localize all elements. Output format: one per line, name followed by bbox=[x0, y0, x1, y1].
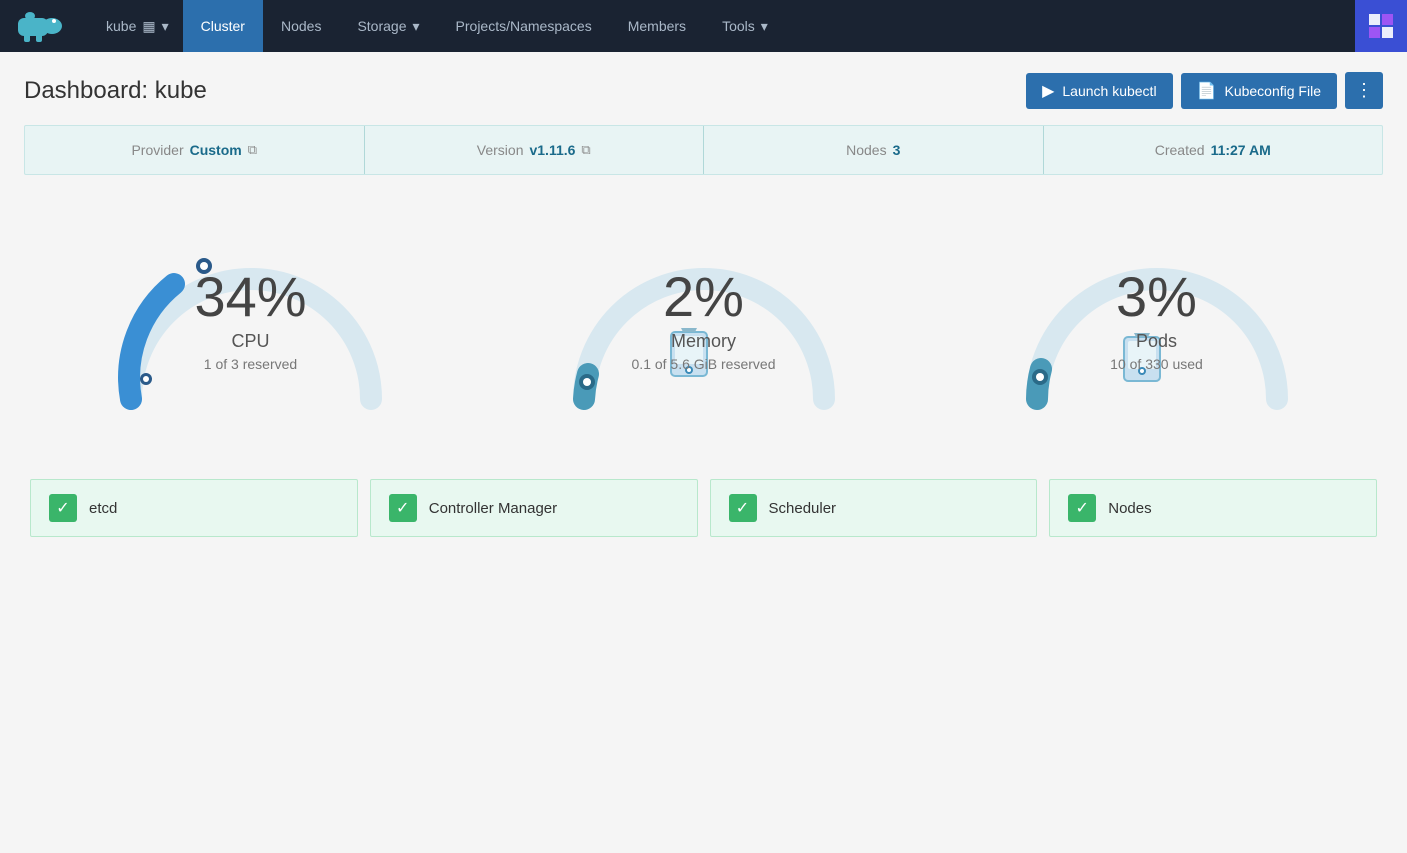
launch-kubectl-button[interactable]: ▶ Launch kubectl bbox=[1026, 73, 1173, 109]
memory-gauge-center: 2% Memory 0.1 of 5.6 GiB reserved bbox=[514, 269, 894, 372]
memory-gauge: 2% Memory 0.1 of 5.6 GiB reserved bbox=[514, 209, 894, 429]
status-card-nodes: ✓ Nodes bbox=[1049, 479, 1377, 537]
nav-item-nodes[interactable]: Nodes bbox=[263, 0, 339, 52]
terminal-icon: ▶ bbox=[1042, 81, 1054, 101]
gauges-row: 34% CPU 1 of 3 reserved bbox=[24, 199, 1383, 459]
nav-item-members[interactable]: Members bbox=[610, 0, 704, 52]
cpu-gauge-center: 34% CPU 1 of 3 reserved bbox=[61, 269, 441, 372]
chevron-down-icon: ▾ bbox=[413, 18, 420, 35]
info-nodes: Nodes 3 bbox=[704, 126, 1044, 174]
nav-item-storage[interactable]: Storage ▾ bbox=[339, 0, 437, 52]
nav-item-projects[interactable]: Projects/Namespaces bbox=[438, 0, 610, 52]
check-icon-scheduler: ✓ bbox=[729, 494, 757, 522]
kubeconfig-file-button[interactable]: 📄 Kubeconfig File bbox=[1181, 73, 1337, 109]
more-options-button[interactable]: ⋮ bbox=[1345, 72, 1383, 109]
pods-gauge: 3% Pods 10 of 330 used bbox=[967, 209, 1347, 429]
cluster-name: kube bbox=[106, 18, 136, 34]
status-card-etcd: ✓ etcd bbox=[30, 479, 358, 537]
app-logo bbox=[0, 0, 92, 52]
chevron-down-icon: ▾ bbox=[761, 18, 768, 35]
header-actions: ▶ Launch kubectl 📄 Kubeconfig File ⋮ bbox=[1026, 72, 1383, 109]
info-created: Created 11:27 AM bbox=[1044, 126, 1383, 174]
nav-items-list: Cluster Nodes Storage ▾ Projects/Namespa… bbox=[183, 0, 786, 52]
chevron-down-icon: ▾ bbox=[162, 18, 169, 35]
cluster-selector[interactable]: kube ▦ ▾ bbox=[92, 0, 183, 52]
cluster-info-bar: Provider Custom ⧉ Version v1.11.6 ⧉ Node… bbox=[24, 125, 1383, 175]
check-icon-controller-manager: ✓ bbox=[389, 494, 417, 522]
page-title: Dashboard: kube bbox=[24, 77, 207, 105]
cpu-gauge: 34% CPU 1 of 3 reserved bbox=[61, 209, 441, 429]
check-icon-nodes: ✓ bbox=[1068, 494, 1096, 522]
info-provider: Provider Custom ⧉ bbox=[25, 126, 365, 174]
grid-icon[interactable] bbox=[1355, 0, 1407, 52]
status-card-controller-manager: ✓ Controller Manager bbox=[370, 479, 698, 537]
page-content: Dashboard: kube ▶ Launch kubectl 📄 Kubec… bbox=[0, 52, 1407, 557]
copy-version-icon[interactable]: ⧉ bbox=[581, 142, 590, 158]
status-cards-row: ✓ etcd ✓ Controller Manager ✓ Scheduler … bbox=[24, 479, 1383, 537]
info-version: Version v1.11.6 ⧉ bbox=[365, 126, 705, 174]
check-icon-etcd: ✓ bbox=[49, 494, 77, 522]
nav-item-cluster[interactable]: Cluster bbox=[183, 0, 263, 52]
status-card-scheduler: ✓ Scheduler bbox=[710, 479, 1038, 537]
nav-right bbox=[1355, 0, 1407, 52]
nav-item-tools[interactable]: Tools ▾ bbox=[704, 0, 786, 52]
logo-svg bbox=[16, 8, 76, 44]
cluster-icon: ▦ bbox=[142, 18, 155, 35]
page-header: Dashboard: kube ▶ Launch kubectl 📄 Kubec… bbox=[24, 72, 1383, 109]
file-icon: 📄 bbox=[1197, 81, 1217, 101]
pods-gauge-center: 3% Pods 10 of 330 used bbox=[967, 269, 1347, 372]
copy-provider-icon[interactable]: ⧉ bbox=[248, 142, 257, 158]
